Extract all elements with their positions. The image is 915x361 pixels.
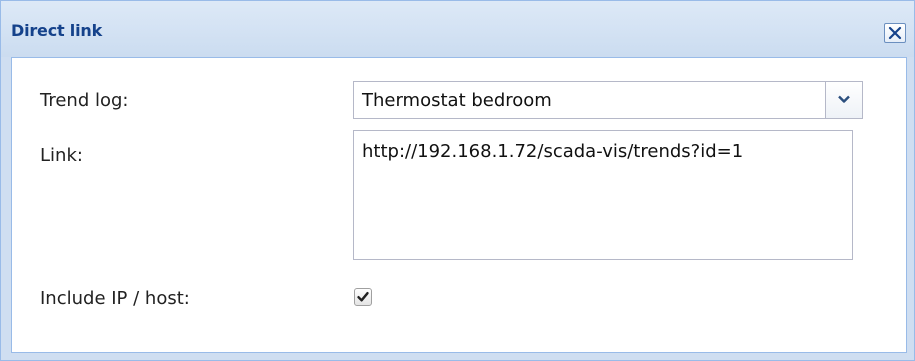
direct-link-dialog: Direct link Trend log: Thermostat bedroo… <box>0 0 915 361</box>
chevron-down-icon <box>838 95 850 103</box>
checkmark-icon <box>357 292 369 302</box>
link-label: Link: <box>40 145 83 166</box>
include-host-label: Include IP / host: <box>40 288 190 309</box>
dialog-body: Trend log: Thermostat bedroom Link: http… <box>11 57 907 353</box>
close-button[interactable] <box>884 23 906 43</box>
include-host-checkbox[interactable] <box>354 288 372 306</box>
dialog-titlebar[interactable]: Direct link <box>1 1 914 57</box>
trend-log-label: Trend log: <box>40 90 129 111</box>
trend-log-value: Thermostat bedroom <box>362 90 552 111</box>
close-icon <box>888 26 902 40</box>
link-textarea[interactable]: http://192.168.1.72/scada-vis/trends?id=… <box>353 130 853 260</box>
trend-log-dropdown-trigger[interactable] <box>825 82 862 118</box>
dialog-title: Direct link <box>11 21 103 40</box>
trend-log-select[interactable]: Thermostat bedroom <box>353 81 863 119</box>
